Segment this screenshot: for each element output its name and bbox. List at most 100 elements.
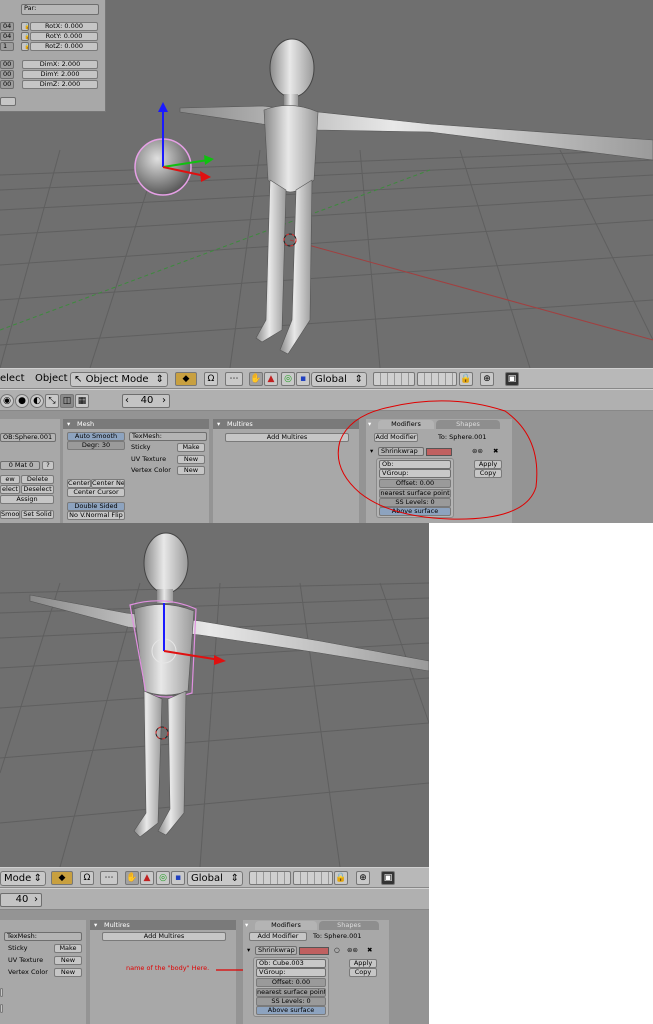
lock-icon[interactable]: 🔒 bbox=[334, 871, 348, 885]
vcol-new-button[interactable]: New bbox=[54, 968, 82, 977]
expand-icon[interactable]: ▾ bbox=[247, 946, 250, 954]
scale-icon[interactable]: ▪ bbox=[296, 372, 310, 386]
copy-button[interactable]: Copy bbox=[349, 968, 377, 977]
rot-z-field[interactable]: RotZ: 0.000 bbox=[30, 42, 98, 51]
shading-icon[interactable]: ● bbox=[15, 394, 29, 408]
viewport-bottom[interactable] bbox=[0, 523, 429, 867]
translate-icon[interactable]: ▲ bbox=[264, 372, 278, 386]
sticky-make-button[interactable]: Make bbox=[54, 944, 82, 953]
tab-shapes[interactable]: Shapes bbox=[319, 921, 379, 930]
object-menu[interactable]: Object bbox=[35, 372, 68, 386]
select-menu[interactable]: elect bbox=[0, 372, 25, 386]
above-surface-toggle[interactable]: Above surface bbox=[256, 1006, 326, 1015]
double-sided-toggle[interactable]: Double Sided bbox=[67, 502, 125, 511]
size-z-field[interactable]: 00 bbox=[0, 80, 14, 89]
size-x-field[interactable]: 00 bbox=[0, 60, 14, 69]
rot-y-field[interactable]: RotY: 0.000 bbox=[30, 32, 98, 41]
rotate-icon[interactable]: ◎ bbox=[281, 372, 295, 386]
add-modifier-button[interactable]: Add Modifier bbox=[249, 932, 307, 941]
degree-field[interactable]: Degr: 30 bbox=[67, 441, 125, 450]
uv-new-button[interactable]: New bbox=[54, 956, 82, 965]
offset-field[interactable]: Offset: 0.00 bbox=[256, 978, 326, 987]
orientation-select[interactable]: Global ⇕ bbox=[187, 871, 243, 886]
move-up-icon[interactable]: ⊜⊜ bbox=[347, 946, 358, 954]
mode-dropdown[interactable]: nearest surface point bbox=[256, 988, 326, 997]
layer-buttons-1[interactable] bbox=[249, 871, 291, 885]
orientation-select[interactable]: Global ⇕ bbox=[311, 372, 367, 387]
frame-field[interactable]: 40 › bbox=[0, 893, 42, 907]
pivot-icon[interactable]: Ω bbox=[80, 871, 94, 885]
scene-icon[interactable]: ▦ bbox=[75, 394, 89, 408]
mode-select[interactable]: ↖ Object Mode ⇕ bbox=[70, 372, 168, 387]
collapse-icon[interactable]: ▾ bbox=[67, 420, 70, 428]
viewport-top[interactable]: Par: 04 🔒 RotX: 0.000 04 🔒 RotY: 0.000 1… bbox=[0, 0, 653, 368]
transform-extra-button[interactable] bbox=[0, 97, 16, 106]
texmesh-field[interactable]: TexMesh: bbox=[129, 432, 207, 441]
editing-icon[interactable]: ◫ bbox=[60, 394, 74, 408]
ss-levels-field[interactable]: SS Levels: 0 bbox=[256, 997, 326, 1006]
modifier-name-field[interactable]: Shrinkwrap bbox=[255, 946, 297, 955]
frame-field[interactable]: ‹ 40 › bbox=[122, 394, 170, 408]
dim-z-field[interactable]: DimZ: 2.000 bbox=[22, 80, 98, 89]
vgroup-field[interactable]: VGroup: bbox=[256, 968, 326, 977]
layer-buttons-1[interactable] bbox=[373, 372, 415, 386]
edge-button[interactable] bbox=[0, 1004, 3, 1013]
object-icon[interactable]: ⤡ bbox=[45, 394, 59, 408]
scale-icon[interactable]: ▪ bbox=[171, 871, 185, 885]
layer-buttons-2[interactable] bbox=[417, 372, 457, 386]
loc-z-field[interactable]: 1 bbox=[0, 42, 14, 51]
dim-x-field[interactable]: DimX: 2.000 bbox=[22, 60, 98, 69]
size-y-field[interactable]: 00 bbox=[0, 70, 14, 79]
parent-field[interactable]: Par: bbox=[21, 4, 99, 15]
lock-icon[interactable]: 🔒 bbox=[21, 32, 29, 41]
render-icon[interactable]: ⊕ bbox=[356, 871, 370, 885]
layer-buttons-2[interactable] bbox=[293, 871, 333, 885]
lock-icon[interactable]: 🔒 bbox=[21, 42, 29, 51]
material-index-field[interactable]: 0 Mat 0 bbox=[0, 461, 40, 470]
texmesh-field[interactable]: TexMesh: bbox=[4, 932, 82, 941]
logic-icon[interactable]: ◉ bbox=[0, 394, 14, 408]
vcol-new-button[interactable]: New bbox=[177, 466, 205, 475]
dim-y-field[interactable]: DimY: 2.000 bbox=[22, 70, 98, 79]
tab-modifiers[interactable]: Modifiers bbox=[255, 921, 317, 930]
rot-x-field[interactable]: RotX: 0.000 bbox=[30, 22, 98, 31]
deselect-button[interactable]: Deselect bbox=[21, 485, 54, 494]
center-cursor-button[interactable]: Center Cursor bbox=[67, 488, 125, 497]
lock-icon[interactable]: 🔒 bbox=[459, 372, 473, 386]
collapse-icon[interactable]: ▾ bbox=[94, 921, 97, 929]
hand-icon[interactable]: ✋ bbox=[125, 871, 139, 885]
snap-icon[interactable]: ⋯ bbox=[100, 871, 118, 885]
auto-smooth-toggle[interactable]: Auto Smooth bbox=[67, 432, 125, 441]
rotate-icon[interactable]: ◎ bbox=[156, 871, 170, 885]
help-button[interactable]: ? bbox=[42, 461, 54, 470]
loc-y-field[interactable]: 04 bbox=[0, 32, 14, 41]
target-object-field[interactable]: Ob: Cube.003 bbox=[256, 959, 326, 968]
set-solid-button[interactable]: Set Solid bbox=[21, 510, 54, 519]
delete-button[interactable]: Delete bbox=[21, 475, 54, 484]
draw-type-icon[interactable]: ◆ bbox=[51, 871, 73, 885]
translate-icon[interactable]: ▲ bbox=[140, 871, 154, 885]
collapse-icon[interactable]: ▾ bbox=[217, 420, 220, 428]
new-button[interactable]: ew bbox=[0, 475, 20, 484]
collapse-icon[interactable]: ▾ bbox=[245, 921, 248, 929]
smooth-button[interactable]: Smoot bbox=[0, 510, 20, 519]
modifier-toggle-icons[interactable] bbox=[299, 947, 329, 955]
assign-button[interactable]: Assign bbox=[0, 495, 54, 504]
lock-icon[interactable]: 🔒 bbox=[21, 22, 29, 31]
material-icon[interactable]: ◐ bbox=[30, 394, 44, 408]
select-button[interactable]: elect bbox=[0, 485, 20, 494]
camera-icon[interactable]: ▣ bbox=[505, 372, 519, 386]
draw-type-icon[interactable]: ◆ bbox=[175, 372, 197, 386]
sticky-make-button[interactable]: Make bbox=[177, 443, 205, 452]
pivot-icon[interactable]: Ω bbox=[204, 372, 218, 386]
cage-icon[interactable]: ○ bbox=[334, 946, 340, 954]
loc-x-field[interactable]: 04 bbox=[0, 22, 14, 31]
render-icon[interactable]: ⊕ bbox=[480, 372, 494, 386]
close-icon[interactable]: ✖ bbox=[367, 946, 372, 954]
snap-icon[interactable]: ⋯ bbox=[225, 372, 243, 386]
no-vnormal-flip-toggle[interactable]: No V.Normal Flip bbox=[67, 511, 125, 520]
uv-new-button[interactable]: New bbox=[177, 455, 205, 464]
hand-icon[interactable]: ✋ bbox=[249, 372, 263, 386]
camera-icon[interactable]: ▣ bbox=[381, 871, 395, 885]
add-multires-button[interactable]: Add Multires bbox=[102, 932, 226, 941]
